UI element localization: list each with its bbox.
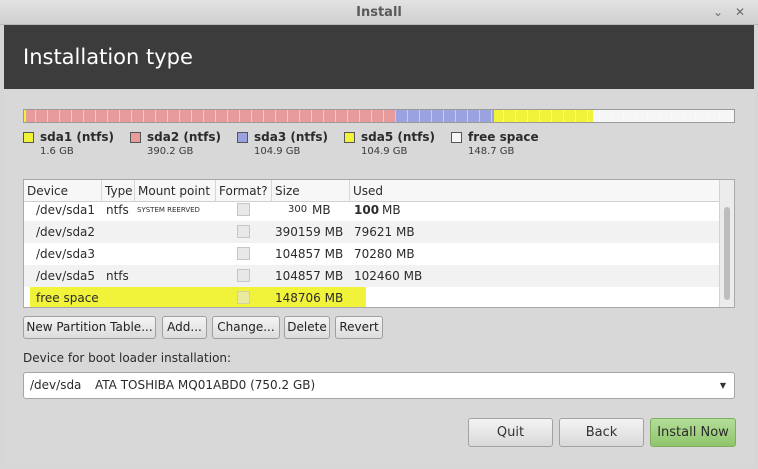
cell-type: ntfs bbox=[106, 203, 129, 217]
cell-size: 148706 MB bbox=[275, 291, 344, 305]
table-row[interactable]: /dev/sda5 ntfs 104857 MB 102460 MB bbox=[24, 265, 720, 287]
partition-segment-free bbox=[593, 110, 734, 122]
window-titlebar: Install ⌄ ✕ bbox=[0, 0, 758, 25]
cell-type: ntfs bbox=[106, 269, 129, 283]
revert-button[interactable]: Revert bbox=[335, 316, 383, 339]
cell-size: 300 bbox=[288, 204, 308, 215]
legend-name: free space bbox=[468, 130, 539, 144]
partition-segment-sda2 bbox=[26, 110, 395, 122]
add-partition-button[interactable]: Add... bbox=[162, 316, 207, 339]
partition-segment-sda5 bbox=[494, 110, 594, 122]
format-checkbox[interactable] bbox=[237, 247, 250, 260]
legend-size: 104.9 GB bbox=[361, 146, 408, 157]
cell-device: /dev/sda2 bbox=[36, 225, 96, 239]
new-partition-table-button[interactable]: New Partition Table... bbox=[23, 316, 156, 339]
bootloader-device-select[interactable]: /dev/sda ATA TOSHIBA MQ01ABD0 (750.2 GB)… bbox=[23, 372, 735, 399]
legend-swatch bbox=[451, 132, 462, 143]
legend-size: 104.9 GB bbox=[254, 146, 301, 157]
cell-device: free space bbox=[36, 291, 99, 305]
close-icon[interactable]: ✕ bbox=[732, 0, 748, 25]
delete-partition-button[interactable]: Delete bbox=[284, 316, 330, 339]
legend-swatch bbox=[23, 132, 34, 143]
table-row[interactable]: /dev/sda2 390159 MB 79621 MB bbox=[24, 221, 720, 243]
bootloader-device: /dev/sda bbox=[30, 378, 82, 392]
format-checkbox[interactable] bbox=[237, 203, 250, 216]
format-checkbox[interactable] bbox=[237, 269, 250, 282]
partition-segment-sda3 bbox=[394, 110, 494, 122]
legend-name: sda2 (ntfs) bbox=[147, 130, 221, 144]
quit-button[interactable]: Quit bbox=[468, 418, 553, 447]
legend-swatch bbox=[344, 132, 355, 143]
cell-size: 390159 MB bbox=[275, 225, 344, 239]
minimize-icon[interactable]: ⌄ bbox=[710, 0, 726, 25]
bootloader-disk: ATA TOSHIBA MQ01ABD0 (750.2 GB) bbox=[95, 378, 316, 392]
cell-used-unit: MB bbox=[382, 203, 401, 217]
table-scrollbar[interactable] bbox=[719, 180, 734, 307]
legend-size: 390.2 GB bbox=[147, 146, 194, 157]
table-row[interactable]: /dev/sda1 ntfs SYSTEM REERVED 300 MB 100… bbox=[24, 199, 720, 221]
main-content: sda1 (ntfs) 1.6 GB sda2 (ntfs) 390.2 GB … bbox=[4, 89, 754, 465]
cell-used: 102460 MB bbox=[354, 269, 423, 283]
table-row[interactable]: free space 148706 MB bbox=[24, 287, 720, 307]
window-title: Install bbox=[356, 5, 402, 20]
legend-size: 148.7 GB bbox=[468, 146, 515, 157]
partition-bar bbox=[23, 109, 735, 123]
scrollbar-thumb[interactable] bbox=[724, 207, 730, 300]
cell-mount: SYSTEM REERVED bbox=[137, 206, 200, 214]
legend-name: sda3 (ntfs) bbox=[254, 130, 328, 144]
cell-device: /dev/sda1 bbox=[36, 203, 96, 217]
legend-size: 1.6 GB bbox=[40, 146, 74, 157]
install-now-button[interactable]: Install Now bbox=[650, 418, 736, 447]
cell-used: 79621 MB bbox=[354, 225, 415, 239]
cell-used: 70280 MB bbox=[354, 247, 415, 261]
partition-legend: sda1 (ntfs) 1.6 GB sda2 (ntfs) 390.2 GB … bbox=[23, 130, 735, 160]
cell-device: /dev/sda5 bbox=[36, 269, 96, 283]
cell-device: /dev/sda3 bbox=[36, 247, 96, 261]
dropdown-arrow-icon: ▼ bbox=[719, 381, 726, 390]
back-button[interactable]: Back bbox=[559, 418, 644, 447]
format-checkbox[interactable] bbox=[237, 225, 250, 238]
cell-used: 100 bbox=[354, 203, 380, 217]
cell-size: 104857 MB bbox=[275, 247, 344, 261]
legend-swatch bbox=[237, 132, 248, 143]
format-checkbox[interactable] bbox=[237, 291, 250, 304]
cell-size-unit: MB bbox=[312, 203, 331, 217]
table-row[interactable]: /dev/sda3 104857 MB 70280 MB bbox=[24, 243, 720, 265]
legend-swatch bbox=[130, 132, 141, 143]
partition-table: Device Type Mount point Format? Size Use… bbox=[23, 179, 735, 308]
legend-name: sda5 (ntfs) bbox=[361, 130, 435, 144]
change-partition-button[interactable]: Change... bbox=[212, 316, 280, 339]
bootloader-label: Device for boot loader installation: bbox=[23, 351, 232, 365]
cell-size: 104857 MB bbox=[275, 269, 344, 283]
page-title: Installation type bbox=[4, 25, 754, 89]
legend-name: sda1 (ntfs) bbox=[40, 130, 114, 144]
